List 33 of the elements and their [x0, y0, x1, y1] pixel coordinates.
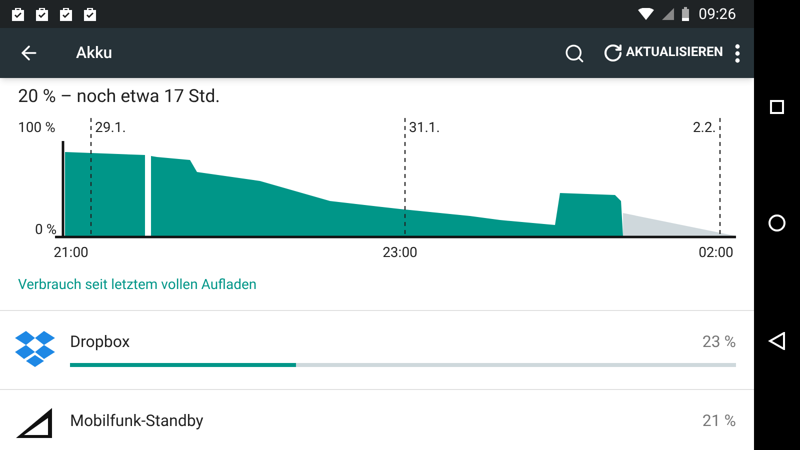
wifi-icon	[638, 8, 654, 20]
briefcase-check-icon	[82, 6, 98, 22]
briefcase-check-icon	[10, 6, 26, 22]
app-name: Dropbox	[70, 331, 130, 353]
axis-label: 0 %	[35, 222, 57, 238]
signal-icon	[662, 8, 674, 20]
home-button[interactable]	[768, 214, 786, 232]
recent-apps-button[interactable]	[770, 100, 784, 114]
date-label: 2.2.	[692, 120, 716, 136]
toolbar-title: Akku	[76, 42, 112, 64]
time-label: 23:00	[382, 245, 418, 261]
date-label: 29.1.	[95, 120, 126, 136]
app-usage-row[interactable]: Dropbox 23 %	[0, 311, 754, 390]
back-nav-button[interactable]	[768, 332, 786, 350]
briefcase-check-icon	[58, 6, 74, 22]
more-vertical-icon	[735, 44, 740, 62]
time-label: 02:00	[698, 245, 734, 261]
battery-summary: 20 % – noch etwa 17 Std.	[18, 85, 222, 109]
clock-time: 09:26	[698, 4, 736, 25]
axis-label: 100 %	[18, 120, 56, 136]
refresh-icon	[603, 43, 623, 63]
date-label: 31.1.	[409, 120, 440, 136]
time-label: 21:00	[54, 245, 88, 261]
open-box-icon	[14, 329, 56, 369]
usage-percent: 21 %	[702, 410, 736, 432]
refresh-button[interactable]: AKTUALISIEREN	[603, 43, 723, 63]
briefcase-check-icon	[34, 6, 50, 22]
battery-icon	[682, 7, 689, 21]
app-name: Mobilfunk-Standby	[70, 410, 204, 432]
usage-since-charge-link[interactable]: Verbrauch seit letztem vollen Aufladen	[18, 275, 754, 295]
usage-percent: 23 %	[702, 331, 736, 353]
search-button[interactable]	[564, 42, 585, 64]
more-menu-button[interactable]	[735, 44, 740, 62]
